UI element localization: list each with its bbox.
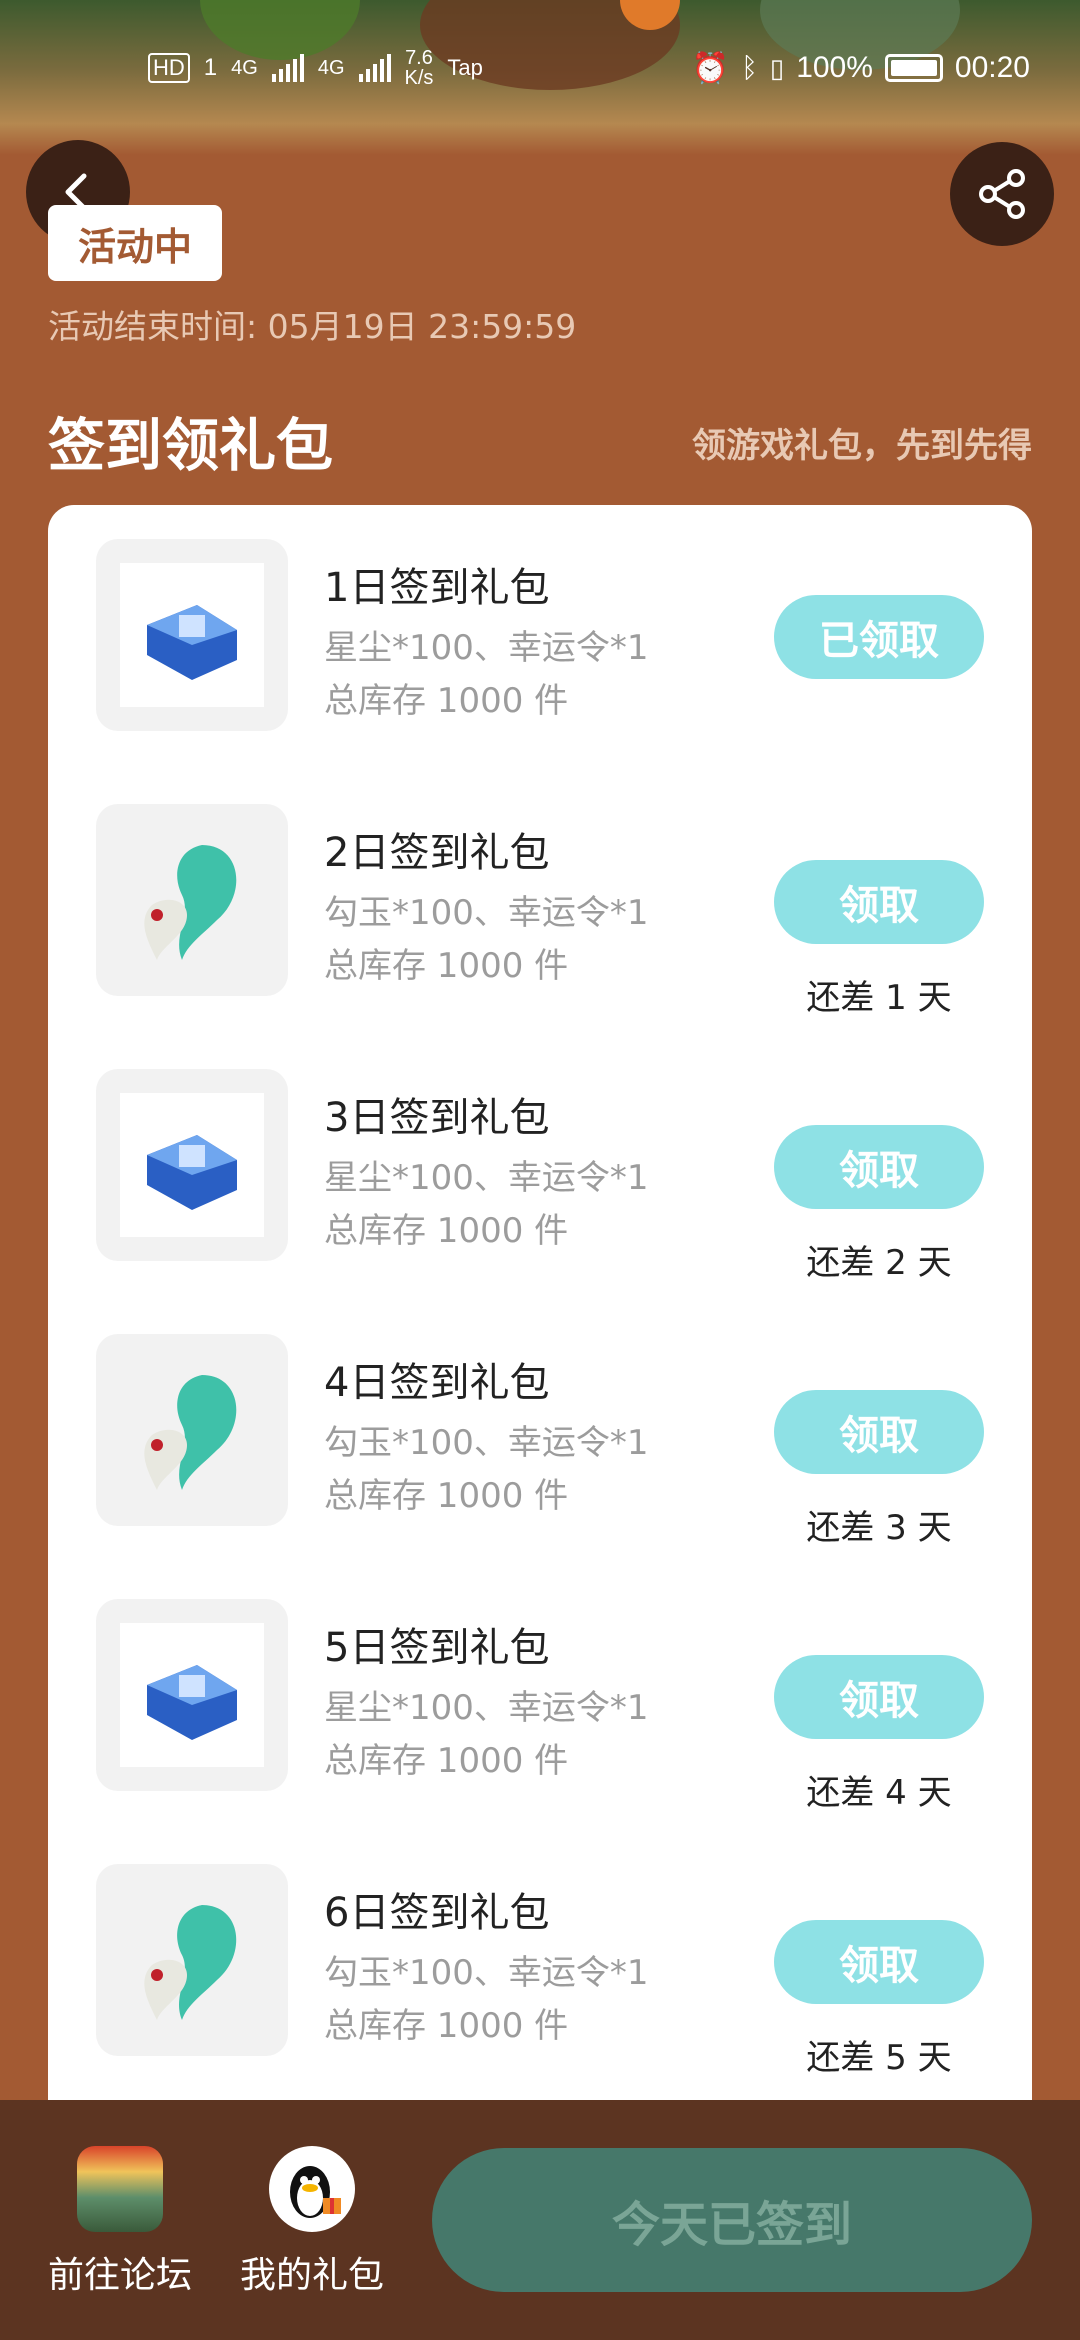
sim-indicator: 1 (203, 54, 218, 81)
forum-button[interactable]: 前往论坛 (20, 2146, 220, 2298)
section-title: 签到领礼包 (48, 413, 333, 479)
claimed-button[interactable]: 已领取 (774, 595, 984, 679)
signal-icon-2 (358, 54, 391, 82)
forum-label: 前往论坛 (47, 2255, 192, 2296)
gift-title: 2日签到礼包 (324, 830, 550, 876)
gift-description: 勾玉*100、幸运令*1 (324, 893, 649, 933)
gift-thumbnail (96, 1864, 288, 2056)
clock: 00:20 (954, 51, 1030, 84)
bluetooth-icon: ᛒ (741, 52, 758, 83)
network-type-1: 4G (231, 57, 258, 79)
gift-thumbnail (96, 804, 288, 996)
signed-in-button[interactable]: 今天已签到 (432, 2148, 1032, 2292)
claim-button[interactable]: 领取 (774, 1920, 984, 2004)
gift-thumbnail (96, 1334, 288, 1526)
battery-percent: 100% (796, 51, 873, 84)
blue-chest-icon (120, 563, 264, 707)
gift-thumbnail (96, 1599, 288, 1791)
claim-button[interactable]: 领取 (774, 1390, 984, 1474)
vibrate-icon: ▯ (769, 52, 785, 83)
activity-end-time: 活动结束时间: 05月19日 23:59:59 (48, 307, 577, 346)
days-remaining: 还差 5 天 (806, 2038, 952, 2078)
app-notification-tag: Tap (447, 55, 483, 80)
days-remaining: 还差 4 天 (806, 1773, 952, 1813)
gift-description: 星尘*100、幸运令*1 (324, 1158, 649, 1198)
gift-stock: 总库存 1000 件 (324, 1741, 569, 1781)
share-icon (979, 169, 1025, 219)
jade-magatama-icon (120, 1888, 264, 2032)
gift-title: 3日签到礼包 (324, 1095, 550, 1141)
gift-row-5: 5日签到礼包 星尘*100、幸运令*1 总库存 1000 件 领取 还差 4 天 (48, 1565, 1032, 1813)
hd-indicator: HD (148, 53, 190, 83)
gift-description: 星尘*100、幸运令*1 (324, 1688, 649, 1728)
my-gifts-label: 我的礼包 (239, 2255, 384, 2296)
gift-stock: 总库存 1000 件 (324, 1476, 569, 1516)
status-bar: HD 1 4G 4G 7.6 K/s Tap ⏰ ᛒ ▯ 100% 00:20 (0, 40, 1080, 96)
gift-description: 勾玉*100、幸运令*1 (324, 1953, 649, 1993)
gift-row-2: 2日签到礼包 勾玉*100、幸运令*1 总库存 1000 件 领取 还差 1 天 (48, 770, 1032, 1018)
game-app-icon (77, 2146, 163, 2232)
battery-icon (884, 54, 943, 82)
blue-chest-icon (120, 1093, 264, 1237)
gift-row-6: 6日签到礼包 勾玉*100、幸运令*1 总库存 1000 件 领取 还差 5 天 (48, 1830, 1032, 2078)
gift-list: 1日签到礼包 星尘*100、幸运令*1 总库存 1000 件 已领取 2日签到礼… (48, 505, 1032, 2125)
claim-button[interactable]: 领取 (774, 1655, 984, 1739)
gift-stock: 总库存 1000 件 (324, 1211, 569, 1251)
gift-title: 1日签到礼包 (324, 565, 550, 611)
claim-button[interactable]: 领取 (774, 1125, 984, 1209)
gift-stock: 总库存 1000 件 (324, 2006, 569, 2046)
gift-description: 星尘*100、幸运令*1 (324, 628, 649, 668)
activity-status-badge: 活动中 (48, 205, 222, 281)
days-remaining: 还差 1 天 (806, 978, 952, 1018)
jade-magatama-icon (120, 828, 264, 972)
penguin-gift-icon (269, 2146, 355, 2232)
signal-icon (271, 54, 304, 82)
gift-row-3: 3日签到礼包 星尘*100、幸运令*1 总库存 1000 件 领取 还差 2 天 (48, 1035, 1032, 1283)
gift-title: 4日签到礼包 (324, 1360, 550, 1406)
section-hint: 领游戏礼包，先到先得 (692, 426, 1032, 466)
share-button[interactable] (950, 142, 1054, 246)
claim-button[interactable]: 领取 (774, 860, 984, 944)
gift-row-4: 4日签到礼包 勾玉*100、幸运令*1 总库存 1000 件 领取 还差 3 天 (48, 1300, 1032, 1548)
gift-stock: 总库存 1000 件 (324, 681, 569, 721)
gift-stock: 总库存 1000 件 (324, 946, 569, 986)
gift-thumbnail (96, 539, 288, 731)
blue-chest-icon (120, 1623, 264, 1767)
days-remaining: 还差 3 天 (806, 1508, 952, 1548)
bottom-bar: 前往论坛 我的礼包 今天已签到 (0, 2100, 1080, 2340)
alarm-icon: ⏰ (691, 51, 730, 85)
gift-row-1: 1日签到礼包 星尘*100、幸运令*1 总库存 1000 件 已领取 (48, 505, 1032, 731)
network-type-2: 4G (317, 57, 345, 79)
net-speed: 7.6 K/s (404, 47, 434, 89)
gift-thumbnail (96, 1069, 288, 1261)
jade-magatama-icon (120, 1358, 264, 1502)
gift-description: 勾玉*100、幸运令*1 (324, 1423, 649, 1463)
gift-title: 6日签到礼包 (324, 1890, 550, 1936)
my-gifts-button[interactable]: 我的礼包 (212, 2146, 412, 2298)
days-remaining: 还差 2 天 (806, 1243, 952, 1283)
gift-title: 5日签到礼包 (324, 1625, 550, 1671)
